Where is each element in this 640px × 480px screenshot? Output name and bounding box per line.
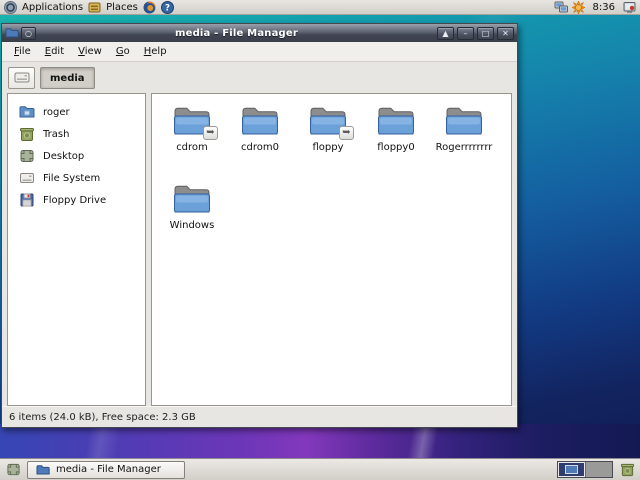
workspace-1[interactable] <box>558 462 585 477</box>
bottom-taskbar: media - File Manager <box>0 458 640 480</box>
close-button[interactable]: ✕ <box>497 26 514 40</box>
statusbar: 6 items (24.0 kB), Free space: 2.3 GB <box>2 406 517 427</box>
menu-view[interactable]: View <box>71 44 109 59</box>
file-name: floppy <box>312 142 344 153</box>
file-item-cdrom[interactable]: ➥ cdrom <box>158 104 226 176</box>
file-name: cdrom0 <box>241 142 279 153</box>
sidebar-shortcuts: roger Trash Desktop File System Floppy D… <box>7 93 146 406</box>
sidebar-item-filesystem[interactable]: File System <box>8 167 145 189</box>
filesystem-icon <box>19 170 35 186</box>
menubar: File Edit View Go Help <box>2 42 517 62</box>
folder-icon <box>242 107 278 135</box>
trash-icon <box>19 126 35 142</box>
folder-icon <box>174 185 210 213</box>
file-name: cdrom <box>176 142 208 153</box>
taskbar-task-button[interactable]: media - File Manager <box>27 460 185 479</box>
pathbar: media <box>2 62 517 93</box>
sidebar-item-floppy[interactable]: Floppy Drive <box>8 189 145 211</box>
file-name: Windows <box>169 220 215 231</box>
folder-icon <box>378 107 414 135</box>
titlebar[interactable]: ○ media - File Manager ▲ – □ ✕ <box>2 24 517 42</box>
path-button-media[interactable]: media <box>40 66 95 89</box>
sidebar-label: Trash <box>43 128 70 140</box>
window-content: roger Trash Desktop File System Floppy D… <box>2 93 517 406</box>
menu-file[interactable]: File <box>7 44 38 59</box>
trash-icon <box>620 463 634 477</box>
file-name: floppy0 <box>377 142 415 153</box>
file-item-floppy0[interactable]: floppy0 <box>362 104 430 176</box>
file-item-floppy[interactable]: ➥ floppy <box>294 104 362 176</box>
file-item-cdrom0[interactable]: cdrom0 <box>226 104 294 176</box>
symlink-emblem-icon: ➥ <box>203 126 218 140</box>
floppy-icon <box>19 192 35 208</box>
firefox-icon[interactable] <box>143 0 156 14</box>
wallpaper-purple-band <box>0 424 640 458</box>
sidebar-item-desktop[interactable]: Desktop <box>8 145 145 167</box>
minimize-button[interactable]: – <box>457 26 474 40</box>
workspace-pager[interactable] <box>557 461 613 478</box>
distro-swirl-icon[interactable] <box>4 0 17 14</box>
menu-edit[interactable]: Edit <box>38 44 71 59</box>
file-name: Rogerrrrrrrr <box>435 142 493 153</box>
symlink-emblem-icon: ➥ <box>339 126 354 140</box>
lock-screen-icon[interactable] <box>623 1 636 14</box>
sidebar-label: roger <box>43 106 70 118</box>
file-list-view[interactable]: ➥ cdrom cdrom0 ➥ floppy floppy0 Rogerrrr… <box>151 93 512 406</box>
help-icon[interactable]: ? <box>160 0 174 14</box>
places-menu[interactable]: Places <box>106 2 138 13</box>
menu-help[interactable]: Help <box>137 44 174 59</box>
applications-menu[interactable]: Applications <box>22 2 83 13</box>
file-item-windows[interactable]: Windows <box>158 182 226 254</box>
show-desktop-icon <box>6 463 20 476</box>
places-drawer-icon[interactable] <box>88 1 101 14</box>
window-title: media - File Manager <box>174 27 299 39</box>
window-options-button[interactable]: ○ <box>21 26 36 40</box>
file-manager-window: ○ media - File Manager ▲ – □ ✕ File Edit… <box>1 23 518 428</box>
sidebar-label: Floppy Drive <box>43 194 107 206</box>
menu-go[interactable]: Go <box>109 44 137 59</box>
network-monitors-icon[interactable] <box>554 1 568 14</box>
desktop-icon <box>19 148 35 164</box>
task-button-label: media - File Manager <box>56 464 161 475</box>
drive-icon <box>14 72 29 83</box>
statusbar-text: 6 items (24.0 kB), Free space: 2.3 GB <box>9 411 196 423</box>
folder-icon <box>446 107 482 135</box>
sidebar-item-trash[interactable]: Trash <box>8 123 145 145</box>
workspace-window-thumb <box>565 465 578 474</box>
shade-button[interactable]: ▲ <box>437 26 454 40</box>
svg-text:?: ? <box>165 3 170 13</box>
window-folder-icon <box>5 27 19 40</box>
task-folder-icon <box>36 464 50 474</box>
updates-sun-icon[interactable] <box>570 0 586 15</box>
show-desktop-button[interactable] <box>3 461 23 479</box>
maximize-button[interactable]: □ <box>477 26 494 40</box>
sidebar-label: Desktop <box>43 150 85 162</box>
home-folder-icon <box>19 104 35 120</box>
clock[interactable]: 8:36 <box>590 2 618 13</box>
filesystem-root-button[interactable] <box>8 66 35 89</box>
file-item-rogerrrrrrrr[interactable]: Rogerrrrrrrr <box>430 104 498 176</box>
top-panel: Applications Places ? 8:36 <box>0 0 640 15</box>
workspace-2[interactable] <box>585 462 612 477</box>
taskbar-trash-button[interactable] <box>617 461 637 479</box>
sidebar-label: File System <box>43 172 101 184</box>
sidebar-item-home[interactable]: roger <box>8 101 145 123</box>
